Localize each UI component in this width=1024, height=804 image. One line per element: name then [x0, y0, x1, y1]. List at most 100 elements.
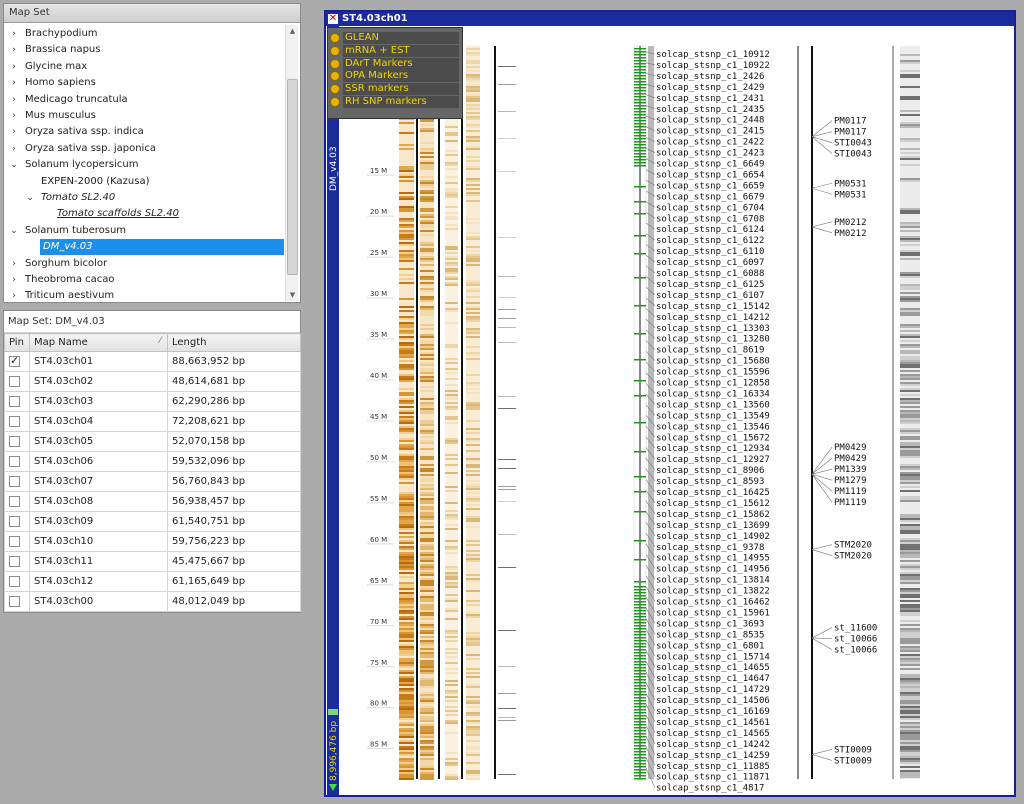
- snp-marker-label[interactable]: solcap_stsnp_c1_9378: [656, 543, 764, 553]
- tree-item[interactable]: › Homo sapiens: [9, 75, 96, 91]
- snp-marker-label[interactable]: solcap_stsnp_c1_6659: [656, 181, 764, 191]
- legend-item[interactable]: SSR markers: [330, 83, 460, 96]
- ssr-marker-label[interactable]: PM1119: [834, 487, 867, 497]
- snp-marker-label[interactable]: solcap_stsnp_c1_14561: [656, 718, 770, 728]
- chevron-right-icon[interactable]: ›: [9, 108, 19, 124]
- snp-marker-label[interactable]: solcap_stsnp_c1_12858: [656, 379, 770, 389]
- tree-item[interactable]: EXPEN-2000 (Kazusa): [25, 174, 149, 190]
- table-row[interactable]: ST4.03ch0188,663,952 bp: [4, 351, 301, 372]
- table-row[interactable]: ST4.03ch10 59,756,223 bp: [4, 531, 301, 552]
- table-row[interactable]: ST4.03ch12 61,165,649 bp: [4, 571, 301, 592]
- snp-marker-label[interactable]: solcap_stsnp_c1_15596: [656, 368, 770, 378]
- ssr-marker-label[interactable]: STI0009: [834, 756, 872, 766]
- chevron-right-icon[interactable]: ›: [9, 141, 19, 157]
- ssr-marker-label[interactable]: PM0212: [834, 218, 867, 228]
- ssr-marker-label[interactable]: PM0531: [834, 179, 867, 189]
- snp-marker-label[interactable]: solcap_stsnp_c1_6704: [656, 203, 764, 213]
- snp-marker-label[interactable]: solcap_stsnp_c1_14729: [656, 685, 770, 695]
- pin-checkbox[interactable]: [9, 575, 20, 587]
- tree-item[interactable]: › Oryza sativa ssp. indica: [9, 124, 144, 140]
- tree-item[interactable]: › Glycine max: [9, 59, 87, 75]
- ssr-marker-label[interactable]: STI0043: [834, 139, 872, 149]
- ssr-marker-label[interactable]: PM0429: [834, 454, 867, 464]
- snp-marker-label[interactable]: solcap_stsnp_c1_13822: [656, 587, 770, 597]
- ssr-marker-label[interactable]: st_10066: [834, 646, 877, 656]
- tree-item[interactable]: › Medicago truncatula: [9, 92, 128, 108]
- snp-marker-label[interactable]: solcap_stsnp_c1_14955: [656, 554, 770, 564]
- chevron-right-icon[interactable]: ›: [9, 124, 19, 140]
- table-row[interactable]: ST4.03ch07 56,760,843 bp: [4, 471, 301, 492]
- snp-marker-label[interactable]: solcap_stsnp_c1_8593: [656, 477, 764, 487]
- scroll-up-icon[interactable]: ▲: [286, 25, 299, 37]
- ssr-marker-label[interactable]: st_10066: [834, 635, 877, 645]
- snp-marker-label[interactable]: solcap_stsnp_c1_2422: [656, 138, 764, 148]
- column-header-length[interactable]: Length: [167, 333, 301, 352]
- ssr-marker-label[interactable]: STI0009: [834, 745, 872, 755]
- table-row[interactable]: ST4.03ch08 56,938,457 bp: [4, 491, 301, 512]
- snp-marker-label[interactable]: solcap_stsnp_c1_14259: [656, 751, 770, 761]
- column-header-pin[interactable]: Pin: [4, 333, 30, 352]
- legend-item[interactable]: RH SNP markers: [330, 96, 460, 108]
- snp-marker-label[interactable]: solcap_stsnp_c1_16169: [656, 707, 770, 717]
- ssr-marker-label[interactable]: PM1279: [834, 476, 867, 486]
- table-row[interactable]: ST4.03ch04 72,208,621 bp: [4, 411, 301, 432]
- pin-checkbox[interactable]: [9, 395, 20, 407]
- snp-marker-label[interactable]: solcap_stsnp_c1_11871: [656, 773, 770, 783]
- snp-marker-label[interactable]: solcap_stsnp_c1_2435: [656, 105, 764, 115]
- snp-marker-label[interactable]: solcap_stsnp_c1_3693: [656, 619, 764, 629]
- snp-marker-label[interactable]: solcap_stsnp_c1_6125: [656, 280, 764, 290]
- ssr-marker-label[interactable]: PM0531: [834, 190, 867, 200]
- close-icon[interactable]: ✕: [328, 14, 338, 24]
- tree-item[interactable]: ⌄ Solanum tuberosum: [9, 223, 126, 239]
- tree-item[interactable]: › Brassica napus: [9, 42, 100, 58]
- snp-marker-label[interactable]: solcap_stsnp_c1_6088: [656, 269, 764, 279]
- snp-marker-label[interactable]: solcap_stsnp_c1_2426: [656, 72, 764, 82]
- snp-marker-label[interactable]: solcap_stsnp_c1_13560: [656, 400, 770, 410]
- chevron-right-icon[interactable]: ›: [9, 288, 19, 304]
- snp-marker-label[interactable]: solcap_stsnp_c1_14565: [656, 729, 770, 739]
- table-row[interactable]: ST4.03ch03 62,290,286 bp: [4, 391, 301, 412]
- snp-marker-label[interactable]: solcap_stsnp_c1_2423: [656, 149, 764, 159]
- tree-item[interactable]: › Brachypodium: [9, 26, 97, 42]
- snp-marker-label[interactable]: solcap_stsnp_c1_15142: [656, 302, 770, 312]
- snp-marker-label[interactable]: solcap_stsnp_c1_15862: [656, 510, 770, 520]
- snp-marker-label[interactable]: solcap_stsnp_c1_8535: [656, 630, 764, 640]
- snp-marker-label[interactable]: solcap_stsnp_c1_6107: [656, 291, 764, 301]
- snp-marker-label[interactable]: solcap_stsnp_c1_13699: [656, 521, 770, 531]
- pin-checkbox[interactable]: [9, 555, 20, 567]
- table-row[interactable]: ST4.03ch05 52,070,158 bp: [4, 431, 301, 452]
- tree-item[interactable]: ⌄ Tomato SL2.40: [25, 190, 115, 206]
- ssr-marker-label[interactable]: PM0117: [834, 128, 867, 138]
- snp-marker-label[interactable]: solcap_stsnp_c1_11885: [656, 762, 770, 772]
- snp-marker-label[interactable]: solcap_stsnp_c1_8619: [656, 346, 764, 356]
- pin-checkbox[interactable]: [9, 354, 20, 367]
- snp-marker-label[interactable]: solcap_stsnp_c1_6654: [656, 170, 764, 180]
- snp-marker-label[interactable]: solcap_stsnp_c1_10922: [656, 61, 770, 71]
- chevron-down-icon[interactable]: ⌄: [9, 157, 19, 173]
- chevron-right-icon[interactable]: ›: [9, 59, 19, 75]
- snp-marker-label[interactable]: solcap_stsnp_c1_16425: [656, 488, 770, 498]
- snp-marker-label[interactable]: solcap_stsnp_c1_8906: [656, 466, 764, 476]
- pin-checkbox[interactable]: [9, 595, 20, 607]
- tree-item[interactable]: › Triticum aestivum: [9, 288, 114, 304]
- snp-marker-label[interactable]: solcap_stsnp_c1_13546: [656, 422, 770, 432]
- ssr-marker-label[interactable]: STM2020: [834, 552, 872, 562]
- tree-item[interactable]: › Theobroma cacao: [9, 272, 114, 288]
- chevron-right-icon[interactable]: ›: [9, 42, 19, 58]
- position-marker-icon[interactable]: [328, 709, 338, 715]
- legend-item[interactable]: OPA Markers: [330, 70, 460, 83]
- table-row[interactable]: ST4.03ch00 48,012,049 bp: [4, 591, 301, 612]
- snp-marker-label[interactable]: solcap_stsnp_c1_6708: [656, 214, 764, 224]
- snp-marker-label[interactable]: solcap_stsnp_c1_16462: [656, 598, 770, 608]
- column-header-map-name[interactable]: Map Name ⁄: [29, 333, 168, 352]
- pin-checkbox[interactable]: [9, 375, 20, 387]
- snp-marker-label[interactable]: solcap_stsnp_c1_13549: [656, 411, 770, 421]
- snp-marker-label[interactable]: solcap_stsnp_c1_15961: [656, 608, 770, 618]
- snp-marker-label[interactable]: solcap_stsnp_c1_14956: [656, 565, 770, 575]
- ssr-marker-label[interactable]: PM0212: [834, 229, 867, 239]
- track-toggle-icon[interactable]: [330, 58, 340, 69]
- scroll-thumb[interactable]: [287, 79, 298, 275]
- table-row[interactable]: ST4.03ch06 59,532,096 bp: [4, 451, 301, 472]
- snp-marker-label[interactable]: solcap_stsnp_c1_2415: [656, 127, 764, 137]
- chevron-down-icon[interactable]: ⌄: [9, 223, 19, 239]
